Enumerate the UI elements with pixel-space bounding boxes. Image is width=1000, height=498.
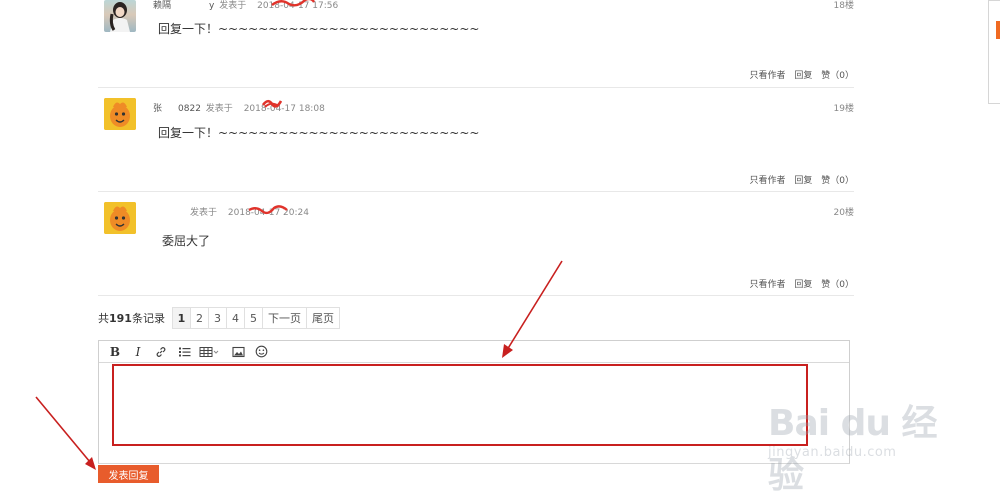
reply-post-18: 赖隔 y 发表于 2018-04-17 17:56 18楼 回复一下！~~~~~~… <box>98 0 854 88</box>
only-author-link[interactable]: 只看作者 <box>749 280 785 290</box>
post-time: 2018-04-17 18:08 <box>243 104 325 114</box>
reply-post-19: 张 0822 发表于 2018-04-17 18:08 19楼 回复一下！~~~~… <box>98 88 854 192</box>
post-actions: 只看作者 回复 赞（0） <box>743 277 854 290</box>
posted-label: 发表于 <box>205 104 233 114</box>
avatar[interactable] <box>104 98 136 130</box>
annotation-arrow-submit <box>35 396 96 470</box>
posted-label: 发表于 <box>219 1 247 11</box>
reply-link[interactable]: 回复 <box>794 280 812 290</box>
post-content: 委屈大了 <box>162 234 211 248</box>
post-content: 回复一下！~~~~~~~~~~~~~~~~~~~~~~~~~~ <box>158 126 480 140</box>
post-content: 回复一下！~~~~~~~~~~~~~~~~~~~~~~~~~~ <box>158 22 480 36</box>
side-panel-accent <box>996 21 1000 39</box>
post-time: 2018-04-17 17:56 <box>257 1 339 11</box>
post-actions: 只看作者 回复 赞（0） <box>743 68 854 81</box>
pagination: 共191条记录 1 2 3 4 5 下一页 尾页 <box>98 306 340 330</box>
record-count: 共191条记录 <box>98 312 165 325</box>
author-name[interactable]: 张 <box>153 104 162 114</box>
reply-link[interactable]: 回复 <box>794 176 812 186</box>
side-panel[interactable] <box>988 0 1000 104</box>
floor-number: 18楼 <box>833 1 854 11</box>
bold-button[interactable]: B <box>105 343 125 361</box>
post-meta: 赖隔 y 发表于 2018-04-17 17:56 <box>153 0 338 11</box>
reply-editor: B I <box>98 340 850 464</box>
avatar[interactable] <box>104 202 136 234</box>
page-4[interactable]: 4 <box>225 307 245 329</box>
reply-post-20: 发表于 2018-04-17 20:24 20楼 委屈大了 只看作者 回复 赞（… <box>98 192 854 296</box>
next-page-button[interactable]: 下一页 <box>261 307 307 329</box>
submit-reply-button[interactable]: 发表回复 <box>98 465 159 483</box>
italic-button[interactable]: I <box>128 343 148 361</box>
page-2[interactable]: 2 <box>189 307 209 329</box>
author-name[interactable]: 赖隔 <box>153 1 171 11</box>
post-meta: 发表于 2018-04-17 20:24 <box>190 205 309 218</box>
only-author-link[interactable]: 只看作者 <box>749 176 785 186</box>
author-name-suffix[interactable]: 0822 <box>178 104 201 114</box>
post-time: 2018-04-17 20:24 <box>227 208 309 218</box>
posted-label: 发表于 <box>190 208 218 218</box>
emoji-icon[interactable] <box>251 343 271 361</box>
post-meta: 张 0822 发表于 2018-04-17 18:08 <box>153 101 325 114</box>
page-3[interactable]: 3 <box>207 307 227 329</box>
like-link[interactable]: 赞（0） <box>821 280 854 290</box>
last-page-button[interactable]: 尾页 <box>305 307 340 329</box>
only-author-link[interactable]: 只看作者 <box>749 71 785 81</box>
image-icon[interactable] <box>228 343 248 361</box>
floor-number: 19楼 <box>833 104 854 114</box>
reply-textarea[interactable] <box>99 363 849 463</box>
editor-toolbar: B I <box>99 341 849 363</box>
author-name-suffix[interactable]: y <box>209 1 214 11</box>
link-icon[interactable] <box>151 343 171 361</box>
like-link[interactable]: 赞（0） <box>821 176 854 186</box>
post-actions: 只看作者 回复 赞（0） <box>743 173 854 186</box>
reply-link[interactable]: 回复 <box>794 71 812 81</box>
avatar[interactable] <box>104 0 136 32</box>
like-link[interactable]: 赞（0） <box>821 71 854 81</box>
page-5[interactable]: 5 <box>243 307 263 329</box>
table-icon[interactable] <box>197 343 221 361</box>
bulleted-list-icon[interactable] <box>174 343 194 361</box>
floor-number: 20楼 <box>833 208 854 218</box>
page-1[interactable]: 1 <box>171 307 191 329</box>
